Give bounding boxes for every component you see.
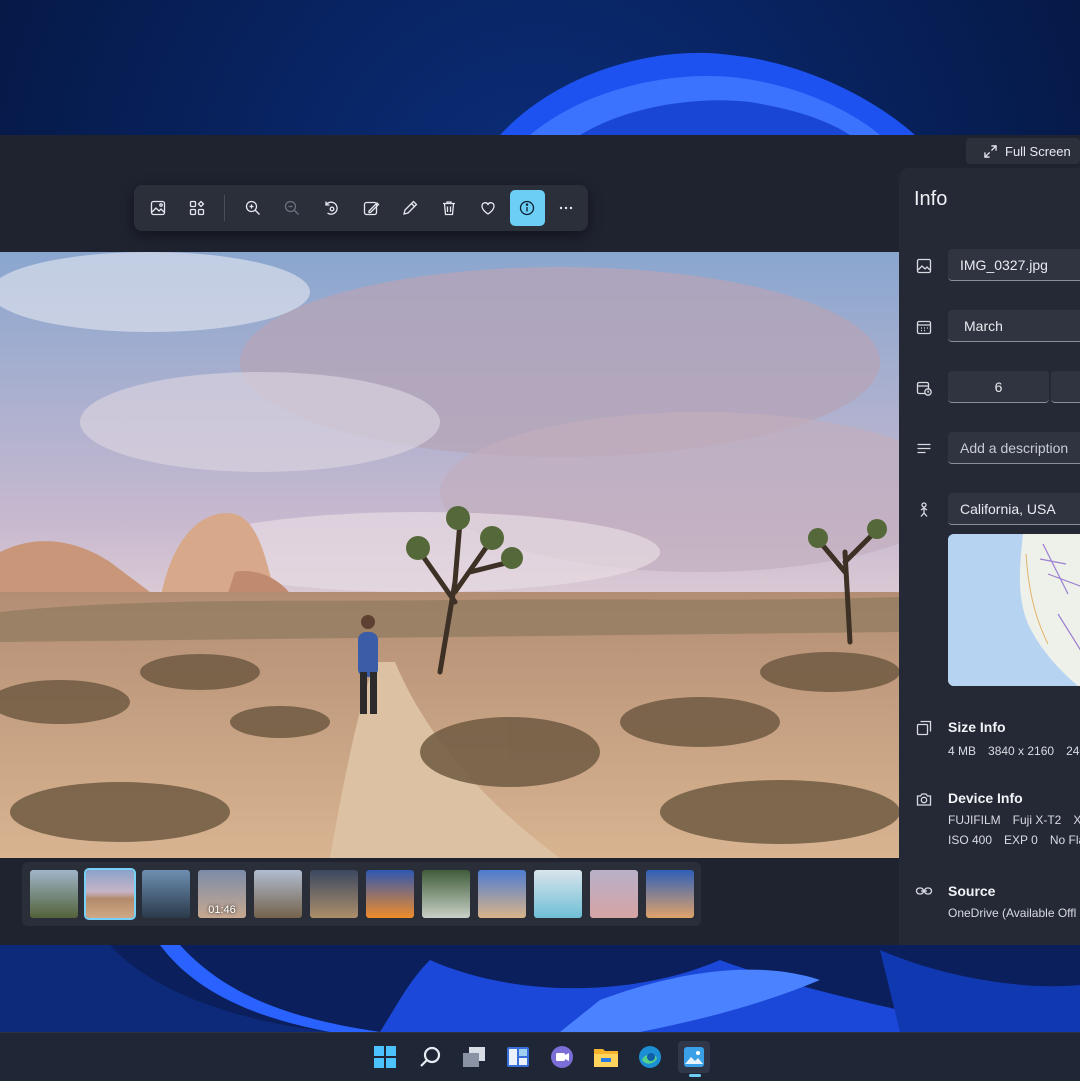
file-size: 4 MB <box>948 744 977 758</box>
more-button[interactable] <box>549 190 584 226</box>
main-photo <box>0 252 899 858</box>
calendar-clock-icon <box>916 381 932 396</box>
chat-button[interactable] <box>546 1041 578 1073</box>
time-minute-field[interactable] <box>1051 371 1080 403</box>
start-button[interactable] <box>369 1041 401 1073</box>
time-hour-field[interactable]: 6 <box>948 371 1049 403</box>
draw-icon <box>402 200 418 215</box>
device-info-line-1: FUJIFILM Fuji X-T2 XF <box>948 813 1080 827</box>
description-icon <box>917 443 931 454</box>
more-icon <box>560 206 573 210</box>
thumbnail[interactable] <box>646 870 694 918</box>
link-icon <box>915 887 933 895</box>
chat-icon <box>551 1046 573 1068</box>
size-info-title: Size Info <box>948 719 1006 735</box>
thumbnail-selected[interactable] <box>84 868 136 920</box>
draw-button[interactable] <box>392 190 427 226</box>
size-info-icon <box>916 720 932 736</box>
view-image-icon <box>150 200 165 216</box>
edit-image-button[interactable] <box>353 190 388 226</box>
iso-value: ISO 400 <box>948 833 993 847</box>
rotate-button[interactable] <box>314 190 349 226</box>
delete-icon <box>442 201 455 216</box>
search-icon <box>420 1046 441 1067</box>
info-button[interactable] <box>509 190 545 226</box>
expand-icon <box>984 144 997 158</box>
source-value: OneDrive (Available Offl <box>948 906 1077 920</box>
view-image-button[interactable] <box>140 190 175 226</box>
file-explorer-button[interactable] <box>590 1041 622 1073</box>
filmstrip: 01:46 <box>22 862 701 926</box>
location-value: California, USA <box>960 500 1056 517</box>
description-field[interactable]: Add a description <box>948 432 1080 464</box>
month-value: March <box>964 317 1003 334</box>
toolbar-separator <box>224 195 226 221</box>
thumbnail[interactable] <box>422 870 470 918</box>
size-info-values: 4 MB 3840 x 2160 240 <box>948 744 1080 758</box>
zoom-in-button[interactable] <box>235 190 270 226</box>
start-icon <box>374 1046 396 1068</box>
zoom-out-icon <box>284 200 300 215</box>
delete-button[interactable] <box>431 190 466 226</box>
thumbnail[interactable] <box>478 870 526 918</box>
video-duration: 01:46 <box>208 904 236 916</box>
location-person-icon <box>920 502 928 517</box>
description-placeholder: Add a description <box>960 439 1069 456</box>
thumbnail[interactable] <box>254 870 302 918</box>
zoom-in-icon <box>245 200 260 215</box>
date-month-field[interactable]: March <box>948 310 1080 342</box>
zoom-out-button[interactable] <box>275 190 310 226</box>
exposure-value: EXP 0 <box>1004 833 1038 847</box>
info-pane: Info IMG_0327.jpg March 6 Add a descript… <box>899 168 1080 945</box>
location-field[interactable]: California, USA <box>948 493 1080 525</box>
task-view-button[interactable] <box>458 1041 490 1073</box>
favorite-icon <box>481 202 495 215</box>
gallery-button[interactable] <box>179 190 214 226</box>
full-screen-button[interactable]: Full Screen <box>966 138 1080 164</box>
source-title: Source <box>948 883 996 899</box>
full-screen-label: Full Screen <box>1005 143 1071 159</box>
image-file-icon <box>916 258 932 274</box>
file-name-field[interactable]: IMG_0327.jpg <box>948 249 1080 281</box>
thumbnail[interactable] <box>366 870 414 918</box>
file-name-value: IMG_0327.jpg <box>960 256 1048 273</box>
location-map[interactable] <box>948 534 1080 686</box>
taskbar <box>0 1032 1080 1081</box>
info-icon <box>520 200 535 216</box>
widgets-icon <box>507 1047 529 1067</box>
calendar-icon <box>916 320 932 335</box>
lens-model: XF <box>1073 813 1080 827</box>
active-app-indicator <box>689 1074 701 1077</box>
gallery-icon <box>189 200 205 216</box>
image-toolbar <box>134 185 588 231</box>
camera-icon <box>916 793 932 806</box>
thumbnail[interactable] <box>310 870 358 918</box>
camera-make: FUJIFILM <box>948 813 1001 827</box>
thumbnail[interactable] <box>590 870 638 918</box>
edit-image-icon <box>363 201 379 216</box>
photos-button[interactable] <box>678 1041 710 1073</box>
resolution: 240 <box>1066 744 1080 758</box>
edge-icon <box>639 1046 661 1068</box>
photos-icon <box>684 1047 704 1067</box>
thumbnail[interactable] <box>534 870 582 918</box>
file-explorer-icon <box>594 1049 618 1067</box>
hour-value: 6 <box>994 378 1003 395</box>
favorite-button[interactable] <box>470 190 505 226</box>
widgets-button[interactable] <box>502 1041 534 1073</box>
task-view-icon <box>463 1047 485 1067</box>
edge-button[interactable] <box>634 1041 666 1073</box>
thumbnail-video[interactable]: 01:46 <box>198 870 246 918</box>
dimensions: 3840 x 2160 <box>988 744 1055 758</box>
thumbnail[interactable] <box>142 870 190 918</box>
flash-value: No Fla <box>1049 833 1080 847</box>
info-title: Info <box>914 188 948 210</box>
camera-model: Fuji X-T2 <box>1012 813 1062 827</box>
rotate-icon <box>325 201 339 215</box>
device-info-title: Device Info <box>948 790 1023 806</box>
thumbnail[interactable] <box>30 870 78 918</box>
device-info-line-2: ISO 400 EXP 0 No Fla <box>948 833 1080 847</box>
search-button[interactable] <box>414 1041 446 1073</box>
